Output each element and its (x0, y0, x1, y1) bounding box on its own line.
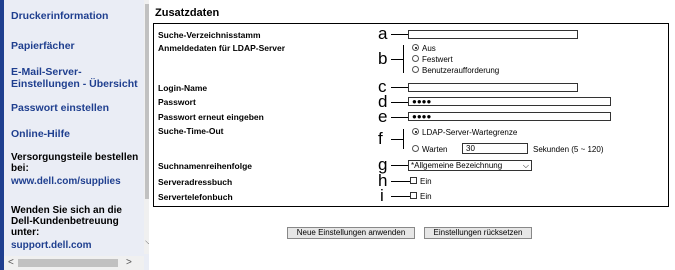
radio-off-label: Aus (422, 44, 436, 53)
phone-book-checkbox[interactable] (410, 192, 417, 199)
page-title: Zusatzdaten (155, 7, 220, 19)
timeout-unit-label: Sekunden (5 ~ 120) (533, 145, 604, 154)
radio-wait[interactable] (412, 145, 419, 152)
login-name-input[interactable] (408, 83, 578, 92)
sidebar-item-email-server-line2[interactable]: Einstellungen - Übersicht (11, 78, 138, 90)
support-text: Wenden Sie sich an die Dell-Kundenbetreu… (11, 205, 122, 238)
support-block: Wenden Sie sich an die Dell-Kundenbetreu… (11, 205, 139, 251)
callout-bracket-b (403, 45, 404, 73)
callout-line-c (391, 87, 408, 88)
label-login-name: Login-Name (158, 83, 208, 93)
chevron-right-icon[interactable]: > (126, 257, 132, 268)
supplies-text: Versorgungsteile bestellen bei: (11, 152, 139, 174)
supplies-block: Versorgungsteile bestellen bei: www.dell… (11, 152, 139, 187)
callout-i: i (380, 186, 384, 205)
label-ldap-credentials: Anmeldedaten für LDAP-Server (158, 43, 286, 53)
name-order-value: *Allgemeine Bezeichnung (411, 161, 503, 170)
callout-line-e (391, 117, 408, 118)
support-link[interactable]: support.dell.com (11, 240, 139, 251)
sidebar-item-password[interactable]: Passwort einstellen (11, 102, 109, 114)
radio-ldap-wait-limit-label: LDAP-Server-Wartegrenze (422, 128, 518, 137)
scrollbar-thumb[interactable] (18, 259, 118, 267)
address-book-checkbox[interactable] (410, 177, 417, 184)
sidebar: Druckerinformation Papierfächer E-Mail-S… (0, 0, 149, 270)
apply-button[interactable]: Neue Einstellungen anwenden (287, 227, 415, 239)
callout-line-d (391, 102, 408, 103)
scrollbar-thumb[interactable] (145, 4, 149, 199)
callout-line-a (391, 34, 408, 35)
callout-line-i (391, 196, 410, 197)
sidebar-item-help[interactable]: Online-Hilfe (11, 128, 70, 140)
radio-user-prompt[interactable] (412, 66, 419, 73)
address-book-checkbox-label: Ein (420, 177, 432, 186)
label-search-root: Suche-Verzeichnisstamm (158, 30, 261, 40)
radio-fixed[interactable] (412, 55, 419, 62)
callout-line-g (391, 165, 408, 166)
password-repeat-input[interactable]: ●●●● (408, 112, 611, 121)
label-search-timeout: Suche-Time-Out (158, 126, 224, 136)
label-search-name-order: Suchnamenreihenfolge (158, 161, 252, 171)
radio-user-prompt-label: Benutzeraufforderung (422, 66, 500, 75)
sidebar-item-paper-trays[interactable]: Papierfächer (11, 40, 75, 52)
callout-e: e (378, 107, 388, 126)
radio-wait-label: Warten (422, 145, 448, 154)
label-password-repeat: Passwort erneut eingeben (158, 112, 264, 122)
chevron-down-icon[interactable]: ⌵ (144, 236, 149, 246)
callout-bracket-f (403, 129, 404, 149)
sidebar-horizontal-scrollbar[interactable]: < > (4, 256, 144, 270)
name-order-select[interactable]: *Allgemeine Bezeichnung ⌵ (408, 160, 532, 171)
timeout-seconds-input[interactable]: 30 (462, 143, 528, 154)
chevron-left-icon[interactable]: < (8, 257, 14, 268)
label-password: Passwort (158, 97, 196, 107)
search-root-input[interactable] (408, 30, 578, 39)
label-server-phone-book: Servertelefonbuch (158, 192, 233, 202)
radio-off[interactable] (412, 44, 419, 51)
callout-line-h (391, 181, 410, 182)
sidebar-vertical-scrollbar[interactable]: ⌵ (144, 0, 149, 254)
phone-book-checkbox-label: Ein (420, 192, 432, 201)
supplies-link[interactable]: www.dell.com/supplies (11, 176, 139, 187)
chevron-down-icon: ⌵ (522, 161, 529, 170)
callout-line-b (391, 59, 403, 60)
label-server-address-book: Serveradressbuch (158, 177, 233, 187)
password-input[interactable]: ●●●● (408, 97, 611, 106)
callout-line-f (391, 139, 403, 140)
reset-button[interactable]: Einstellungen rücksetzen (424, 227, 532, 239)
sidebar-item-email-server-line1[interactable]: E-Mail-Server- (11, 66, 82, 78)
radio-fixed-label: Festwert (422, 55, 453, 64)
sidebar-item-printer-info[interactable]: Druckerinformation (11, 10, 108, 22)
radio-ldap-wait-limit[interactable] (412, 128, 419, 135)
callout-b: b (378, 49, 388, 68)
callout-f: f (378, 129, 383, 148)
callout-a: a (378, 24, 388, 43)
